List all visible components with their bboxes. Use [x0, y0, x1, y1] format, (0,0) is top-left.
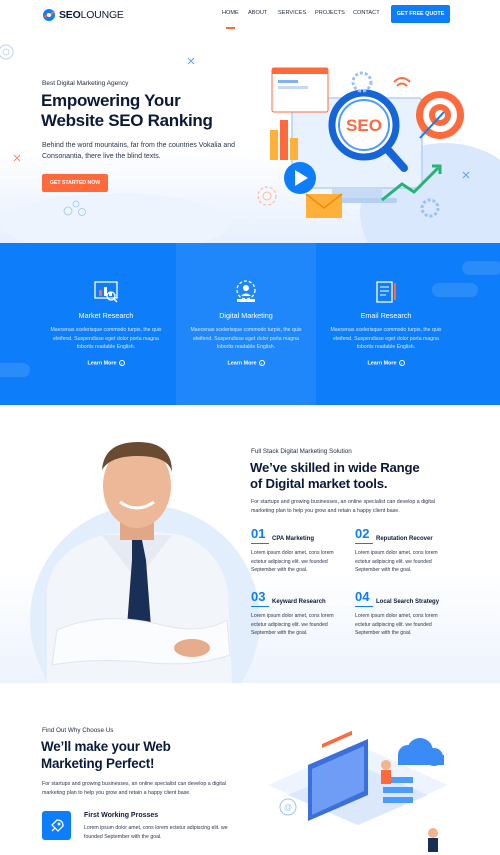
hero-title: Empowering Your Website SEO Ranking	[41, 91, 213, 130]
why-title: We’ll make your Web Marketing Perfect!	[41, 739, 171, 771]
hero-description: Behind the word mountains, far from the …	[42, 142, 235, 160]
feature-number: 01	[251, 526, 266, 541]
service-text: Maecenas scelerisque commodo turpis, the…	[190, 327, 302, 351]
hero-kicker: Best Digital Marketing Agency	[42, 80, 129, 87]
skills-title: We’ve skilled in wide Range of Digital ma…	[250, 460, 420, 491]
skills-section: Full Stack Digital Marketing Solution We…	[0, 405, 500, 683]
services-band: Market Research Maecenas scelerisque com…	[0, 243, 500, 405]
brand-name: SEOLOUNGE	[59, 9, 124, 21]
why-feature-text: Lorem ipsum dolor amet, cons lorem ectet…	[84, 825, 228, 840]
service-title: Email Research	[360, 311, 412, 320]
gear-decoration-icon	[0, 44, 14, 60]
feature-text: Lorem ipsum dolor amet, cons lorem ectet…	[355, 613, 438, 637]
nav-projects[interactable]: PROJECTS	[315, 10, 345, 16]
learn-more-link[interactable]: Learn More ›	[36, 360, 176, 366]
cross-decoration-icon	[13, 154, 21, 162]
feature-title: Reputation Recover	[376, 536, 433, 542]
service-card-digital-marketing: Digital Marketing Maecenas scelerisque c…	[176, 243, 316, 405]
arrow-right-icon: ›	[118, 360, 125, 366]
top-navbar: SEOLOUNGE HOME ABOUT SERVICES PROJECTS C…	[0, 0, 500, 30]
decor-pill	[462, 261, 500, 275]
businessman-photo	[47, 442, 232, 683]
get-started-button[interactable]: GET STARTED NOW	[42, 174, 108, 192]
decor-pill	[0, 363, 30, 377]
svg-text:@: @	[284, 803, 292, 812]
feature-divider	[251, 606, 269, 607]
skills-kicker: Full Stack Digital Marketing Solution	[251, 448, 352, 455]
feature-text: Lorem ipsum dolor amet, cons lorem ectet…	[355, 550, 438, 574]
brand-logo[interactable]: SEOLOUNGE	[42, 7, 124, 23]
isometric-marketing-illustration: @	[268, 730, 448, 852]
service-card-market-research: Market Research Maecenas scelerisque com…	[36, 243, 176, 405]
feature-divider	[251, 543, 269, 544]
skills-description: For startups and growing businesses, an …	[251, 499, 436, 514]
arrow-right-icon: ›	[258, 360, 265, 366]
feature-title: CPA Marketing	[272, 536, 315, 542]
logo-icon	[43, 9, 55, 21]
gear-decoration-icon	[257, 186, 277, 206]
feature-text: Lorem ipsum dolor amet, cons lorem ectet…	[251, 550, 334, 574]
arrow-right-icon: ›	[398, 360, 405, 366]
service-text: Maecenas scelerisque commodo turpis, the…	[330, 327, 442, 351]
feature-number: 03	[251, 589, 266, 604]
feature-title: Keyward Research	[272, 599, 326, 605]
feature-number: 04	[355, 589, 370, 604]
nav-about[interactable]: ABOUT	[248, 10, 267, 16]
learn-more-link[interactable]: Learn More ›	[316, 360, 456, 366]
service-title: Market Research	[78, 311, 134, 320]
hero-section: Best Digital Marketing Agency Empowering…	[0, 30, 500, 243]
digital-marketing-icon	[236, 280, 256, 302]
email-research-icon	[376, 281, 396, 303]
why-kicker: Find Out Why Choose Us	[42, 727, 114, 734]
get-free-quote-button[interactable]: GET FREE QUOTE	[391, 5, 450, 23]
service-title: Digital Marketing	[219, 311, 273, 320]
seo-illustration: SEO	[270, 67, 464, 218]
svg-text:SEO: SEO	[346, 116, 382, 135]
working-process-icon	[42, 811, 71, 840]
service-card-email-research: Email Research Maecenas scelerisque comm…	[316, 243, 456, 405]
circles-decoration-icon	[63, 200, 86, 216]
nav-services[interactable]: SERVICES	[278, 10, 306, 16]
why-choose-us-section: Find Out Why Choose Us We’ll make your W…	[0, 683, 500, 855]
market-research-icon	[94, 281, 118, 303]
feature-number: 02	[355, 526, 370, 541]
nav-home[interactable]: HOME	[222, 10, 239, 29]
why-description: For startups and growing businesses, an …	[42, 781, 227, 796]
feature-text: Lorem ipsum dolor amet, cons lorem ectet…	[251, 613, 334, 637]
service-text: Maecenas scelerisque commodo turpis, the…	[50, 327, 162, 351]
cross-decoration-icon	[187, 57, 195, 65]
hero-blob-left	[0, 193, 230, 243]
feature-divider	[355, 543, 373, 544]
why-feature-title: First Working Prosses	[84, 812, 159, 819]
learn-more-link[interactable]: Learn More ›	[176, 360, 316, 366]
rocket-icon	[50, 818, 64, 832]
feature-divider	[355, 606, 373, 607]
feature-title: Local Search Strategy	[376, 599, 440, 605]
nav-contact[interactable]: CONTACT	[353, 10, 380, 16]
